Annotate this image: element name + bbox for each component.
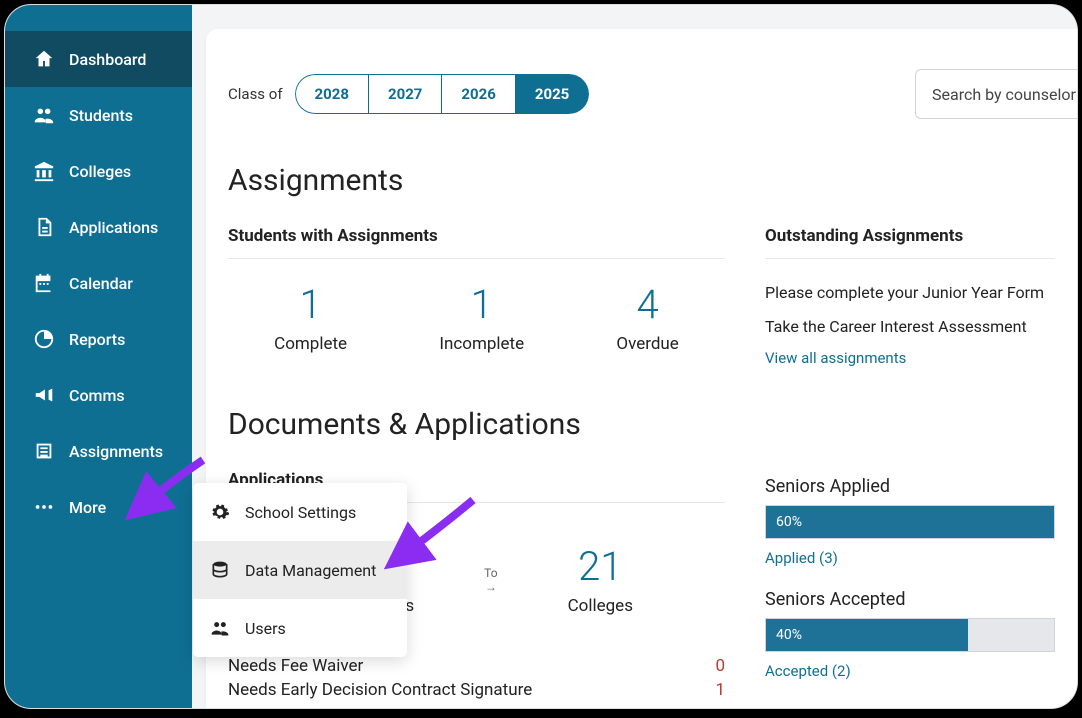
menu-school-settings[interactable]: School Settings <box>193 483 407 541</box>
stat-label: Colleges <box>568 596 633 616</box>
document-icon <box>33 216 55 238</box>
stat-label: Incomplete <box>439 334 524 354</box>
year-pill-2028[interactable]: 2028 <box>295 74 368 114</box>
assignment-stats: 1 Complete 1 Incomplete 4 Overdue <box>228 281 725 354</box>
sidebar-item-label: More <box>69 498 106 517</box>
needs-ed-signature[interactable]: Needs Early Decision Contract Signature … <box>228 680 725 700</box>
outstanding-assignments: Outstanding Assignments Please complete … <box>765 226 1055 367</box>
menu-users[interactable]: Users <box>193 599 407 657</box>
seniors-applied-fill: 60% <box>766 506 1054 538</box>
to-arrow: To → <box>484 566 497 594</box>
seniors-accepted-fill: 40% <box>766 619 968 651</box>
class-of-selector: Class of 2028 2027 2026 2025 <box>228 74 589 114</box>
dots-icon <box>33 496 55 518</box>
sidebar-item-label: Applications <box>69 218 158 237</box>
applied-link[interactable]: Applied (3) <box>765 549 1055 567</box>
sidebar-item-label: Comms <box>69 386 125 405</box>
counselor-search-input[interactable]: Search by counselor <box>915 69 1077 119</box>
needs-label: Needs Fee Waiver <box>228 656 363 676</box>
outstanding-line2: Take the Career Interest Assessment <box>765 315 1055 339</box>
people-icon <box>33 104 55 126</box>
assignments-row: Students with Assignments 1 Complete 1 I… <box>206 226 1077 367</box>
sidebar-item-label: Reports <box>69 330 125 349</box>
stat-number: 21 <box>568 543 633 590</box>
stat-colleges[interactable]: 21 Colleges <box>568 543 633 616</box>
seniors-accepted-bar: 40% <box>765 618 1055 652</box>
stat-label: Overdue <box>616 334 678 354</box>
menu-label: Users <box>245 619 286 638</box>
stat-number: 4 <box>616 281 678 328</box>
stat-label: Complete <box>274 334 347 354</box>
app-frame: Dashboard Students Colleges Applications… <box>5 5 1077 708</box>
topbar: Class of 2028 2027 2026 2025 Search by c… <box>206 69 1077 119</box>
needs-count: 0 <box>715 656 725 676</box>
students-with-assignments-head: Students with Assignments <box>228 226 725 259</box>
assignments-title: Assignments <box>206 163 1077 198</box>
view-all-assignments-link[interactable]: View all assignments <box>765 349 1055 367</box>
stat-number: 1 <box>274 281 347 328</box>
needs-list: Needs Fee Waiver 0 Needs Early Decision … <box>228 656 725 700</box>
to-label: To <box>484 566 497 580</box>
seniors-accepted-head: Seniors Accepted <box>765 589 1055 610</box>
docs-title: Documents & Applications <box>206 407 1077 442</box>
sidebar-item-students[interactable]: Students <box>5 87 192 143</box>
school-icon <box>33 160 55 182</box>
menu-label: School Settings <box>245 503 356 522</box>
seniors-applied-head: Seniors Applied <box>765 476 1055 497</box>
stat-number: 1 <box>439 281 524 328</box>
home-icon <box>33 48 55 70</box>
seniors-applied-bar: 60% <box>765 505 1055 539</box>
sidebar-item-reports[interactable]: Reports <box>5 311 192 367</box>
year-pill-group: 2028 2027 2026 2025 <box>295 74 590 114</box>
needs-fee-waiver[interactable]: Needs Fee Waiver 0 <box>228 656 725 676</box>
more-popup-menu: School Settings Data Management Users <box>193 483 407 657</box>
arrow-right-icon: → <box>484 580 497 594</box>
stat-complete[interactable]: 1 Complete <box>274 281 347 354</box>
sidebar-item-applications[interactable]: Applications <box>5 199 192 255</box>
seniors-col: Seniors Applied 60% Applied (3) Seniors … <box>765 470 1055 704</box>
needs-count: 1 <box>715 680 725 700</box>
needs-label: Needs Early Decision Contract Signature <box>228 680 532 700</box>
chart-icon <box>33 328 55 350</box>
year-pill-2025[interactable]: 2025 <box>515 74 589 114</box>
students-with-assignments: Students with Assignments 1 Complete 1 I… <box>228 226 725 367</box>
sidebar-item-label: Dashboard <box>69 50 146 69</box>
sidebar-item-label: Students <box>69 106 133 125</box>
class-of-label: Class of <box>228 85 283 103</box>
annotation-arrow-data-management <box>383 495 483 579</box>
sidebar-item-colleges[interactable]: Colleges <box>5 143 192 199</box>
outstanding-line1: Please complete your Junior Year Form <box>765 281 1055 305</box>
sidebar: Dashboard Students Colleges Applications… <box>5 5 192 708</box>
sidebar-item-comms[interactable]: Comms <box>5 367 192 423</box>
calendar-icon <box>33 272 55 294</box>
sidebar-item-label: Colleges <box>69 162 131 181</box>
users-icon <box>209 617 231 639</box>
year-pill-2026[interactable]: 2026 <box>441 74 514 114</box>
outstanding-head: Outstanding Assignments <box>765 226 1055 259</box>
megaphone-icon <box>33 384 55 406</box>
stat-overdue[interactable]: 4 Overdue <box>616 281 678 354</box>
stat-incomplete[interactable]: 1 Incomplete <box>439 281 524 354</box>
annotation-arrow-more <box>123 450 213 534</box>
sidebar-item-dashboard[interactable]: Dashboard <box>5 31 192 87</box>
sidebar-item-label: Calendar <box>69 274 133 293</box>
sidebar-item-calendar[interactable]: Calendar <box>5 255 192 311</box>
year-pill-2027[interactable]: 2027 <box>368 74 441 114</box>
accepted-link[interactable]: Accepted (2) <box>765 662 1055 680</box>
list-icon <box>33 440 55 462</box>
menu-data-management[interactable]: Data Management <box>193 541 407 599</box>
database-icon <box>209 559 231 581</box>
menu-label: Data Management <box>245 561 376 580</box>
